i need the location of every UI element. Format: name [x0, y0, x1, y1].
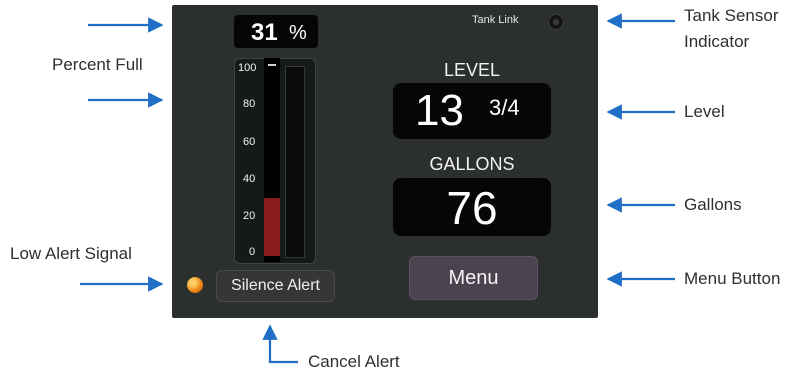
callout-percent-full: Percent Full: [52, 55, 143, 74]
callout-menu-button: Menu Button: [684, 269, 781, 288]
arrow-cancel-alert: [262, 324, 298, 364]
callout-cancel-alert: Cancel Alert: [308, 352, 400, 371]
callout-tank-sensor-line2: Indicator: [684, 32, 750, 51]
callout-tank-sensor-line1: Tank Sensor: [684, 6, 779, 25]
callout-gallons: Gallons: [684, 195, 742, 214]
callout-low-alert-signal: Low Alert Signal: [10, 244, 132, 263]
callout-level: Level: [684, 102, 725, 121]
